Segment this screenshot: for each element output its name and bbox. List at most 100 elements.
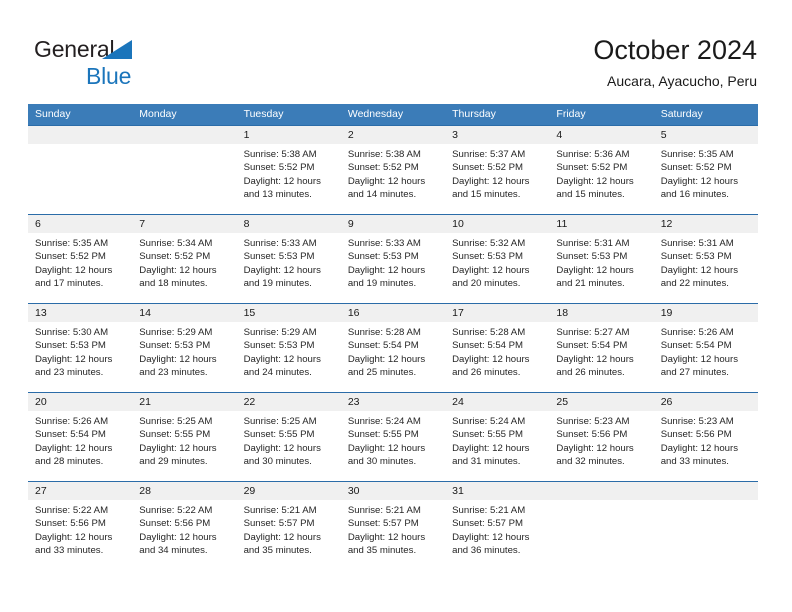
day-number: 2 <box>340 126 446 144</box>
day-number: 14 <box>132 304 237 322</box>
sunset-text: Sunset: 5:52 PM <box>35 251 106 263</box>
day-cell-empty <box>653 482 758 570</box>
daylight-text-line2: and 19 minutes. <box>243 278 312 290</box>
day-number: 17 <box>445 304 550 322</box>
day-cell[interactable]: 30 Sunrise: 5:21 AM Sunset: 5:57 PM Dayligh… <box>340 482 446 570</box>
day-cell[interactable]: 31 Sunrise: 5:21 AM Sunset: 5:57 PM Dayligh… <box>445 482 550 570</box>
day-info: Sunrise: 5:26 AM Sunset: 5:54 PM Daylight:… <box>654 322 758 380</box>
sunset-text: Sunset: 5:53 PM <box>347 251 419 263</box>
daylight-text-line2: and 26 minutes. <box>452 367 521 379</box>
day-cell[interactable]: 14 Sunrise: 5:29 AM Sunset: 5:53 PM Dayligh… <box>132 304 237 392</box>
week-row: 1 Sunrise: 5:38 AM Sunset: 5:52 PM Daylight… <box>28 125 758 214</box>
day-cell[interactable]: 19 Sunrise: 5:26 AM Sunset: 5:54 PM Dayligh… <box>653 304 758 392</box>
weekday-friday: Friday <box>556 108 586 120</box>
day-info: Sunrise: 5:23 AM Sunset: 5:56 PM Daylight:… <box>654 411 758 469</box>
day-cell[interactable]: 6 Sunrise: 5:35 AM Sunset: 5:52 PM Daylight… <box>28 215 133 303</box>
day-cell[interactable]: 16 Sunrise: 5:28 AM Sunset: 5:54 PM Dayligh… <box>340 304 446 392</box>
sunset-text: Sunset: 5:53 PM <box>243 251 315 263</box>
day-cell[interactable]: 12 Sunrise: 5:31 AM Sunset: 5:53 PM Dayligh… <box>653 215 758 303</box>
sunset-text: Sunset: 5:52 PM <box>660 162 732 174</box>
day-cell[interactable]: 4 Sunrise: 5:36 AM Sunset: 5:52 PM Daylight… <box>549 126 654 214</box>
day-cell[interactable]: 26 Sunrise: 5:23 AM Sunset: 5:56 PM Dayligh… <box>653 393 758 481</box>
day-cell[interactable]: 18 Sunrise: 5:27 AM Sunset: 5:54 PM Dayligh… <box>549 304 654 392</box>
sunset-text: Sunset: 5:53 PM <box>139 340 211 352</box>
daylight-text-line2: and 33 minutes. <box>660 456 729 468</box>
day-cell[interactable]: 15 Sunrise: 5:29 AM Sunset: 5:53 PM Dayligh… <box>236 304 341 392</box>
day-cell[interactable]: 7 Sunrise: 5:34 AM Sunset: 5:52 PM Daylight… <box>132 215 237 303</box>
sunrise-text: Sunrise: 5:23 AM <box>660 416 734 427</box>
day-info: Sunrise: 5:31 AM Sunset: 5:53 PM Daylight:… <box>549 233 653 291</box>
day-cell[interactable]: 8 Sunrise: 5:33 AM Sunset: 5:53 PM Daylight… <box>236 215 341 303</box>
day-number: 15 <box>236 304 341 322</box>
day-cell[interactable]: 20 Sunrise: 5:26 AM Sunset: 5:54 PM Dayligh… <box>28 393 133 481</box>
sunset-text: Sunset: 5:54 PM <box>347 340 419 352</box>
day-number: 22 <box>236 393 341 411</box>
day-number: 12 <box>653 215 758 233</box>
day-cell[interactable]: 29 Sunrise: 5:21 AM Sunset: 5:57 PM Dayligh… <box>236 482 341 570</box>
sunrise-text: Sunrise: 5:21 AM <box>452 505 526 516</box>
day-cell[interactable]: 13 Sunrise: 5:30 AM Sunset: 5:53 PM Dayligh… <box>28 304 133 392</box>
day-cell[interactable]: 27 Sunrise: 5:22 AM Sunset: 5:56 PM Dayligh… <box>28 482 133 570</box>
daylight-text-line2: and 36 minutes. <box>452 545 521 557</box>
daylight-text-line2: and 35 minutes. <box>243 545 312 557</box>
day-info: Sunrise: 5:27 AM Sunset: 5:54 PM Daylight:… <box>549 322 653 380</box>
sunset-text: Sunset: 5:52 PM <box>243 162 315 174</box>
day-number: 3 <box>445 126 550 144</box>
day-number: 13 <box>28 304 133 322</box>
sunrise-text: Sunrise: 5:29 AM <box>243 327 317 338</box>
brand-logo[interactable]: General Blue <box>34 38 254 90</box>
day-cell[interactable]: 24 Sunrise: 5:24 AM Sunset: 5:55 PM Dayligh… <box>445 393 550 481</box>
day-cell-empty <box>549 482 654 570</box>
daylight-text-line2: and 20 minutes. <box>452 278 521 290</box>
day-cell[interactable]: 5 Sunrise: 5:35 AM Sunset: 5:52 PM Daylight… <box>653 126 758 214</box>
day-info: Sunrise: 5:25 AM Sunset: 5:55 PM Daylight:… <box>237 411 341 469</box>
daylight-text-line1: Daylight: 12 hours <box>556 175 634 187</box>
day-number: 20 <box>28 393 133 411</box>
sunrise-text: Sunrise: 5:28 AM <box>452 327 526 338</box>
day-cell[interactable]: 22 Sunrise: 5:25 AM Sunset: 5:55 PM Dayligh… <box>236 393 341 481</box>
weekday-header-row: Sunday Monday Tuesday Wednesday Thursday… <box>28 104 758 125</box>
day-info: Sunrise: 5:24 AM Sunset: 5:55 PM Daylight:… <box>341 411 445 469</box>
sunrise-text: Sunrise: 5:33 AM <box>243 238 317 249</box>
sunrise-text: Sunrise: 5:26 AM <box>660 327 734 338</box>
day-cell[interactable]: 28 Sunrise: 5:22 AM Sunset: 5:56 PM Dayligh… <box>132 482 237 570</box>
day-cell-empty <box>28 126 133 214</box>
day-info: Sunrise: 5:25 AM Sunset: 5:55 PM Daylight:… <box>132 411 236 469</box>
day-cell[interactable]: 25 Sunrise: 5:23 AM Sunset: 5:56 PM Dayligh… <box>549 393 654 481</box>
day-info: Sunrise: 5:33 AM Sunset: 5:53 PM Daylight:… <box>341 233 445 291</box>
day-cell[interactable]: 2 Sunrise: 5:38 AM Sunset: 5:52 PM Daylight… <box>340 126 446 214</box>
day-cell[interactable]: 3 Sunrise: 5:37 AM Sunset: 5:52 PM Daylight… <box>445 126 550 214</box>
day-cell[interactable]: 11 Sunrise: 5:31 AM Sunset: 5:53 PM Dayligh… <box>549 215 654 303</box>
sunrise-text: Sunrise: 5:26 AM <box>35 416 109 427</box>
daylight-text-line2: and 23 minutes. <box>139 367 208 379</box>
day-info: Sunrise: 5:26 AM Sunset: 5:54 PM Daylight:… <box>28 411 132 469</box>
day-number: 5 <box>653 126 758 144</box>
daylight-text-line2: and 16 minutes. <box>660 189 729 201</box>
day-cell[interactable]: 21 Sunrise: 5:25 AM Sunset: 5:55 PM Dayligh… <box>132 393 237 481</box>
sunset-text: Sunset: 5:52 PM <box>139 251 211 263</box>
sunset-text: Sunset: 5:56 PM <box>556 429 628 441</box>
day-cell[interactable]: 9 Sunrise: 5:33 AM Sunset: 5:53 PM Daylight… <box>340 215 446 303</box>
sunrise-text: Sunrise: 5:25 AM <box>139 416 213 427</box>
sunset-text: Sunset: 5:52 PM <box>347 162 419 174</box>
day-cell[interactable]: 10 Sunrise: 5:32 AM Sunset: 5:53 PM Dayligh… <box>445 215 550 303</box>
day-cell[interactable]: 17 Sunrise: 5:28 AM Sunset: 5:54 PM Dayligh… <box>445 304 550 392</box>
day-info: Sunrise: 5:32 AM Sunset: 5:53 PM Daylight:… <box>445 233 549 291</box>
daylight-text-line1: Daylight: 12 hours <box>452 175 530 187</box>
daylight-text-line2: and 30 minutes. <box>347 456 417 468</box>
day-info: Sunrise: 5:29 AM Sunset: 5:53 PM Daylight:… <box>237 322 341 380</box>
day-info: Sunrise: 5:37 AM Sunset: 5:52 PM Daylight:… <box>445 144 549 202</box>
day-info: Sunrise: 5:28 AM Sunset: 5:54 PM Daylight:… <box>341 322 445 380</box>
weekday-monday: Monday <box>139 108 177 120</box>
sunrise-text: Sunrise: 5:33 AM <box>347 238 421 249</box>
day-cell-empty <box>132 126 237 214</box>
daylight-text-line1: Daylight: 12 hours <box>243 175 321 187</box>
calendar-grid: Sunday Monday Tuesday Wednesday Thursday… <box>28 104 758 570</box>
day-cell[interactable]: 23 Sunrise: 5:24 AM Sunset: 5:55 PM Dayligh… <box>340 393 446 481</box>
day-number: 23 <box>340 393 446 411</box>
daylight-text-line2: and 17 minutes. <box>35 278 104 290</box>
sunset-text: Sunset: 5:53 PM <box>660 251 732 263</box>
day-cell[interactable]: 1 Sunrise: 5:38 AM Sunset: 5:52 PM Daylight… <box>236 126 341 214</box>
sunrise-text: Sunrise: 5:24 AM <box>452 416 526 427</box>
sunset-text: Sunset: 5:54 PM <box>452 340 524 352</box>
